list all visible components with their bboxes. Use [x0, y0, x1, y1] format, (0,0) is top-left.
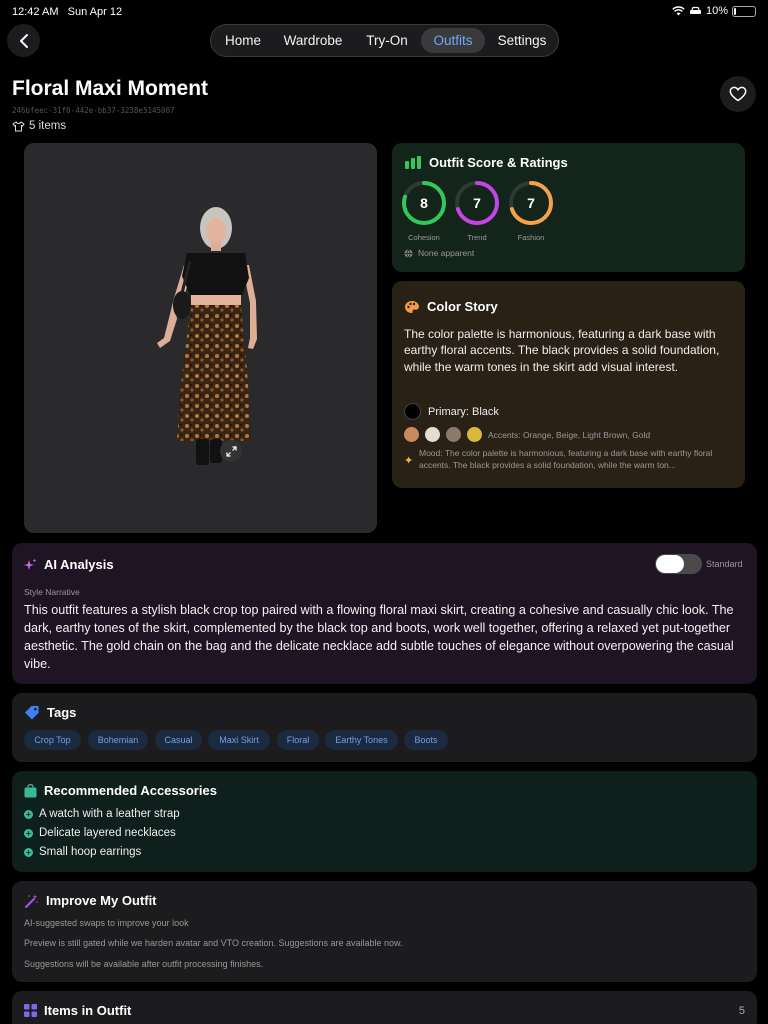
score-ring-fashion: 7 Fashion [507, 179, 555, 242]
accessory-item: + Small hoop earrings [24, 846, 141, 858]
item-count: 5 items [12, 120, 66, 132]
back-button[interactable] [7, 24, 40, 57]
items-in-outfit-count: 5 [738, 1005, 745, 1017]
accent-swatch-gold [467, 427, 482, 442]
color-story-card: Color Story The color palette is harmoni… [392, 281, 745, 488]
color-story-title: Color Story [404, 299, 498, 314]
sparkle-icon: ✦ [404, 455, 414, 467]
accent-swatch-light-brown [446, 427, 461, 442]
accent-swatch-orange [404, 427, 419, 442]
tab-home[interactable]: Home [219, 28, 267, 53]
improve-note-gated: Preview is still gated while we harden a… [24, 938, 403, 948]
primary-color-label: Primary: Black [428, 406, 499, 418]
items-in-outfit-card[interactable]: Items in Outfit 5 [12, 991, 757, 1024]
shopping-bag-icon [24, 783, 37, 797]
mood-text: Mood: The color palette is harmonious, f… [419, 448, 713, 470]
expand-icon [225, 445, 237, 457]
battery-icon [732, 5, 756, 17]
items-in-outfit-title: Items in Outfit [24, 1003, 131, 1018]
style-narrative-label: Style Narrative [24, 587, 80, 597]
chevron-left-icon [19, 33, 28, 48]
score-label: Trend [467, 233, 487, 242]
tag-chip[interactable]: Crop Top [24, 730, 81, 750]
outfit-title: Floral Maxi Moment [12, 77, 209, 100]
ai-analysis-title: AI Analysis [24, 557, 114, 572]
analysis-mode-toggle[interactable] [655, 554, 702, 574]
plus-icon: + [24, 828, 33, 838]
outfit-photo-card [24, 143, 377, 533]
score-label: Cohesion [408, 233, 440, 242]
score-ring-cohesion: 8 Cohesion [400, 179, 448, 242]
plus-icon: + [24, 847, 33, 857]
improve-note-processing: Suggestions will be available after outf… [24, 959, 264, 969]
score-value: 7 [527, 195, 535, 211]
primary-color-swatch [404, 403, 421, 420]
shirt-icon [12, 120, 25, 131]
status-indicators: 10% [672, 5, 756, 17]
favorite-button[interactable] [720, 76, 756, 112]
toggle-knob [656, 555, 684, 573]
tab-try-on[interactable]: Try-On [359, 28, 415, 53]
heart-icon [729, 86, 747, 102]
battery-percent: 10% [705, 5, 728, 17]
improve-outfit-card: Improve My Outfit AI-suggested swaps to … [12, 881, 757, 982]
outfit-id: 246bfeec-31f0-442e-bb37-3238e5145007 [12, 106, 175, 115]
outfit-model-image [157, 207, 257, 465]
tag-chip[interactable]: Boots [404, 730, 448, 750]
tag-chip[interactable]: Casual [155, 730, 202, 750]
score-value: 8 [420, 195, 428, 211]
car-icon [689, 6, 701, 14]
tag-icon [25, 706, 39, 720]
wifi-icon [672, 6, 685, 16]
ai-analysis-card: AI Analysis Standard Style Narrative Thi… [12, 543, 757, 684]
outfit-score-card: Outfit Score & Ratings 8 Cohesion 7 Trend 7 F… [392, 143, 745, 272]
globe-icon [404, 248, 413, 258]
tab-outfits[interactable]: Outfits [421, 28, 485, 53]
color-story-text: The color palette is harmonious, featuri… [404, 327, 720, 374]
analysis-mode-label: Standard [706, 559, 743, 569]
grid-icon [24, 1004, 37, 1017]
tag-chip[interactable]: Earthy Tones [325, 730, 398, 750]
palette-icon [405, 300, 419, 313]
tab-wardrobe[interactable]: Wardrobe [277, 28, 349, 53]
plus-icon: + [24, 809, 33, 819]
tags-card: Tags Crop Top Bohemian Casual Maxi Skirt… [12, 693, 757, 762]
accent-swatch-beige [425, 427, 440, 442]
sparkles-icon [24, 558, 37, 570]
tag-chip[interactable]: Floral [277, 730, 319, 750]
accessory-item: + Delicate layered necklaces [24, 827, 176, 839]
nav-tabs: Home Wardrobe Try-On Outfits Settings [210, 24, 559, 57]
recommended-accessories-card: Recommended Accessories + A watch with a … [12, 771, 757, 872]
status-time: 12:42 AM Sun Apr 12 [12, 6, 123, 18]
occasion-label: None apparent [404, 248, 474, 258]
style-narrative-text: This outfit features a stylish black cro… [24, 603, 734, 671]
tag-chip[interactable]: Bohemian [88, 730, 148, 750]
accessories-title: Recommended Accessories [24, 783, 217, 798]
score-ring-trend: 7 Trend [453, 179, 501, 242]
expand-image-button[interactable] [220, 440, 242, 462]
status-bar: 12:42 AM Sun Apr 12 10% [0, 0, 768, 24]
magic-wand-icon [25, 894, 38, 908]
tag-chip[interactable]: Maxi Skirt [208, 730, 270, 750]
score-label: Fashion [517, 233, 545, 242]
score-card-title: Outfit Score & Ratings [405, 155, 568, 170]
bar-chart-icon [405, 156, 421, 169]
accessory-item: + A watch with a leather strap [24, 808, 180, 820]
accent-colors-label: Accents: Orange, Beige, Light Brown, Gol… [488, 430, 651, 440]
improve-subtitle: AI-suggested swaps to improve your look [24, 918, 189, 928]
tab-settings[interactable]: Settings [491, 28, 553, 53]
score-value: 7 [473, 195, 481, 211]
improve-title: Improve My Outfit [24, 893, 157, 908]
tags-title: Tags [24, 705, 76, 720]
